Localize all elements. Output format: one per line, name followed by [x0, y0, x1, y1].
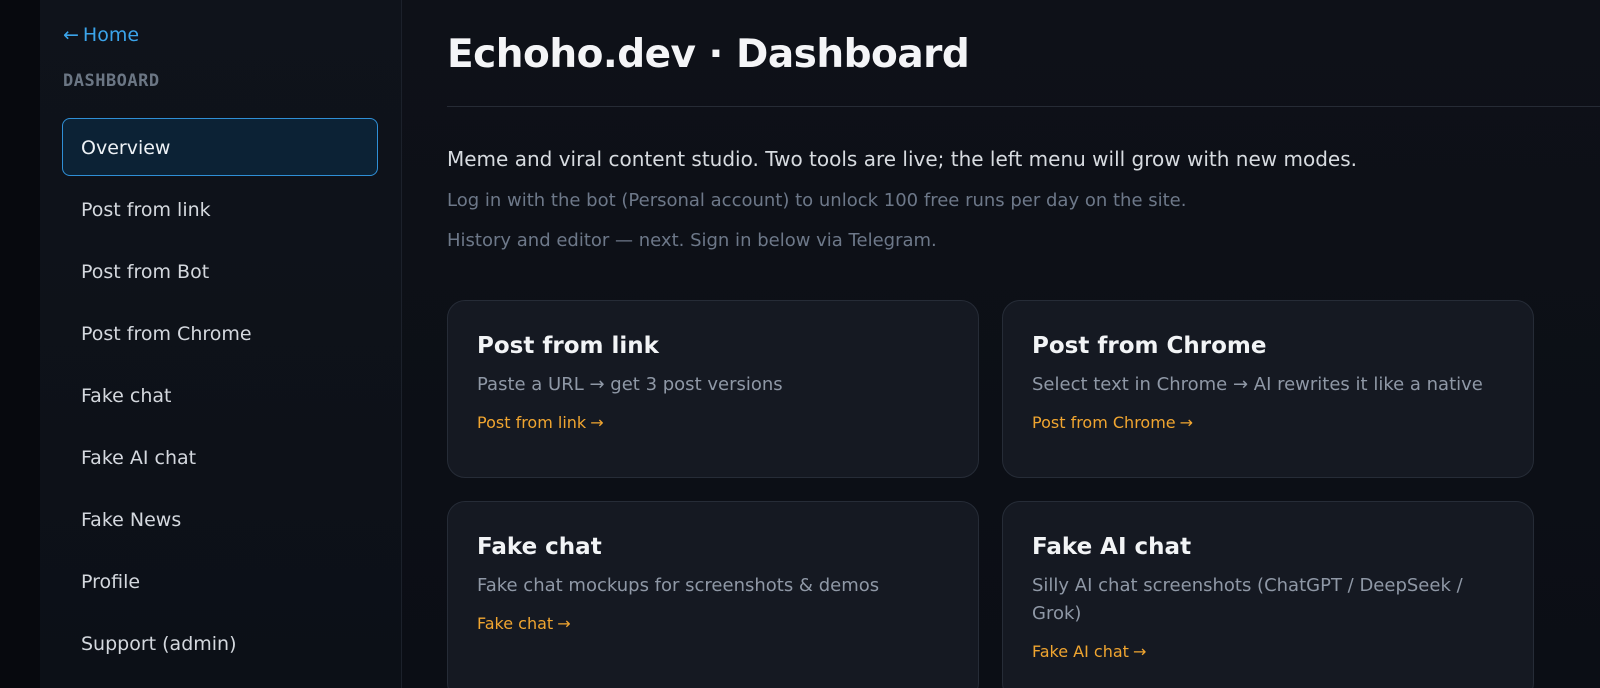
sidebar-item-fake-ai-chat[interactable]: Fake AI chat	[62, 428, 378, 486]
arrow-right-icon: →	[590, 413, 604, 432]
card-title: Post from Chrome	[1032, 333, 1267, 359]
card-description: Paste a URL → get 3 post versions	[477, 374, 783, 395]
app-window: ← Home DASHBOARD Overview Post from link …	[0, 0, 1600, 688]
card-fake-ai-chat: Fake AI chat Silly AI chat screenshots (…	[1002, 501, 1534, 688]
sidebar-item-post-from-chrome[interactable]: Post from Chrome	[62, 304, 378, 362]
home-link-label: Home	[82, 24, 140, 46]
card-link-label: Fake AI chat	[1032, 642, 1129, 661]
main-content: Echoho.dev · Dashboard Meme and viral co…	[447, 0, 1600, 688]
sidebar: ← Home DASHBOARD Overview Post from link …	[40, 0, 402, 688]
card-link-fake-ai-chat[interactable]: Fake AI chat →	[1032, 642, 1146, 661]
arrow-right-icon: →	[1132, 642, 1147, 661]
card-description: Fake chat mockups for screenshots & demo…	[477, 575, 880, 596]
sidebar-section-title: DASHBOARD	[63, 71, 160, 91]
card-description: Select text in Chrome → AI rewrites it l…	[1032, 374, 1483, 395]
left-gutter	[0, 0, 40, 688]
sidebar-item-support-admin[interactable]: Support (admin)	[62, 614, 378, 672]
card-title: Post from link	[477, 333, 659, 359]
card-link-label: Post from Chrome	[1032, 413, 1176, 432]
card-link-post-from-chrome[interactable]: Post from Chrome →	[1032, 413, 1193, 432]
login-note: Log in with the bot (Personal account) t…	[447, 190, 1187, 211]
card-link-post-from-link[interactable]: Post from link →	[477, 413, 604, 432]
card-description: Silly AI chat screenshots (ChatGPT / Dee…	[1032, 575, 1463, 624]
card-post-from-link: Post from link Paste a URL → get 3 post …	[447, 300, 979, 478]
card-title: Fake AI chat	[1032, 534, 1192, 560]
card-link-label: Fake chat	[477, 614, 554, 633]
sidebar-item-post-from-link[interactable]: Post from link	[62, 180, 378, 238]
sidebar-item-fake-chat[interactable]: Fake chat	[62, 366, 378, 424]
arrow-left-icon: ←	[63, 24, 79, 46]
page-title: Echoho.dev · Dashboard	[447, 32, 970, 77]
sidebar-item-fake-news[interactable]: Fake News	[62, 490, 378, 548]
card-link-fake-chat[interactable]: Fake chat →	[477, 614, 571, 633]
sidebar-nav: Overview Post from link Post from Bot Po…	[62, 118, 378, 676]
home-link[interactable]: ← Home	[63, 24, 139, 46]
arrow-right-icon: →	[557, 614, 571, 633]
title-divider	[447, 106, 1600, 107]
card-post-from-chrome: Post from Chrome Select text in Chrome →…	[1002, 300, 1534, 478]
intro-text: Meme and viral content studio. Two tools…	[447, 147, 1357, 171]
sidebar-item-post-from-bot[interactable]: Post from Bot	[62, 242, 378, 300]
card-fake-chat: Fake chat Fake chat mockups for screensh…	[447, 501, 979, 688]
sidebar-item-profile[interactable]: Profile	[62, 552, 378, 610]
arrow-right-icon: →	[1179, 413, 1194, 432]
card-title: Fake chat	[477, 534, 602, 560]
card-link-label: Post from link	[477, 413, 587, 432]
sidebar-item-overview[interactable]: Overview	[62, 118, 378, 176]
history-note: History and editor — next. Sign in below…	[447, 230, 937, 251]
